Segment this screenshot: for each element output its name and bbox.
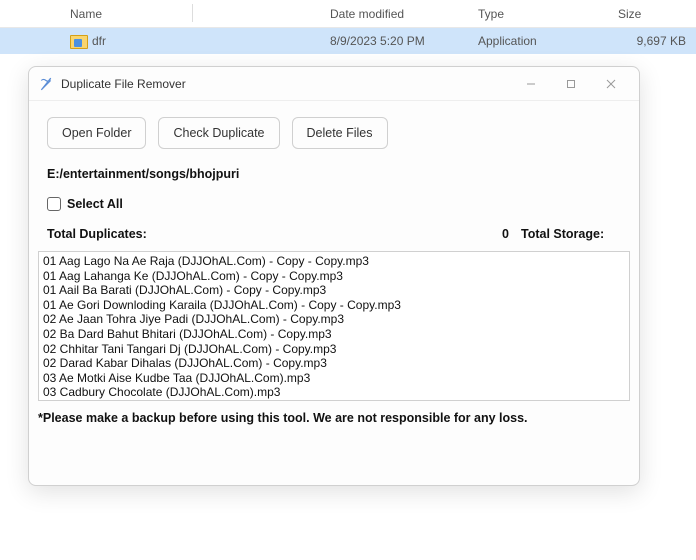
list-item[interactable]: 01 Ae Gori Downloding Karaila (DJJOhAL.C… xyxy=(43,298,625,313)
duplicate-file-list[interactable]: 01 Aag Lago Na Ae Raja (DJJOhAL.Com) - C… xyxy=(38,251,630,401)
check-duplicate-button[interactable]: Check Duplicate xyxy=(158,117,279,149)
file-type: Application xyxy=(478,34,618,48)
column-divider xyxy=(192,4,193,22)
maximize-icon xyxy=(566,79,576,89)
application-icon xyxy=(70,33,86,49)
list-item[interactable]: 03 Cadbury Chocolate (DJJOhAL.Com).mp3 xyxy=(43,385,625,400)
app-icon xyxy=(39,77,53,91)
list-item[interactable]: 02 Darad Kabar Dihalas (DJJOhAL.Com) - C… xyxy=(43,356,625,371)
column-size[interactable]: Size xyxy=(618,7,696,21)
window-title: Duplicate File Remover xyxy=(61,77,511,91)
select-all-row[interactable]: Select All xyxy=(29,187,639,217)
list-item[interactable]: 02 Ba Dard Bahut Bhitari (DJJOhAL.Com) -… xyxy=(43,327,625,342)
list-item[interactable]: 03 Ae Motki Aise Kudbe Taa (DJJOhAL.Com)… xyxy=(43,371,625,386)
minimize-icon xyxy=(526,79,536,89)
column-type[interactable]: Type xyxy=(478,7,618,21)
app-window: Duplicate File Remover Open Folder Check… xyxy=(28,66,640,486)
select-all-checkbox[interactable] xyxy=(47,197,61,211)
file-size: 9,697 KB xyxy=(618,34,696,48)
file-date: 8/9/2023 5:20 PM xyxy=(330,34,478,48)
explorer-file-row[interactable]: dfr 8/9/2023 5:20 PM Application 9,697 K… xyxy=(0,28,696,54)
maximize-button[interactable] xyxy=(551,72,591,96)
delete-files-button[interactable]: Delete Files xyxy=(292,117,388,149)
column-date[interactable]: Date modified xyxy=(330,7,478,21)
list-item[interactable]: 01 Aail Ba Barati (DJJOhAL.Com) - Copy -… xyxy=(43,283,625,298)
column-name[interactable]: Name xyxy=(0,7,330,21)
list-item[interactable]: 01 Aag Lahanga Ke (DJJOhAL.Com) - Copy -… xyxy=(43,269,625,284)
total-duplicates-label: Total Duplicates: xyxy=(47,227,479,241)
list-item[interactable]: 02 Ae Jaan Tohra Jiye Padi (DJJOhAL.Com)… xyxy=(43,312,625,327)
list-item[interactable]: 02 Chhitar Tani Tangari Dj (DJJOhAL.Com)… xyxy=(43,342,625,357)
disclaimer-text: *Please make a backup before using this … xyxy=(29,401,639,435)
close-button[interactable] xyxy=(591,72,631,96)
open-folder-button[interactable]: Open Folder xyxy=(47,117,146,149)
minimize-button[interactable] xyxy=(511,72,551,96)
folder-path: E:/entertainment/songs/bhojpuri xyxy=(29,161,639,187)
titlebar[interactable]: Duplicate File Remover xyxy=(29,67,639,101)
close-icon xyxy=(606,79,616,89)
total-storage-label: Total Storage: xyxy=(521,227,621,241)
file-name: dfr xyxy=(92,34,106,48)
list-item[interactable]: 01 Aag Lago Na Ae Raja (DJJOhAL.Com) - C… xyxy=(43,254,625,269)
explorer-column-header: Name Date modified Type Size xyxy=(0,0,696,28)
total-duplicates-count: 0 xyxy=(479,227,509,241)
select-all-label: Select All xyxy=(67,197,123,211)
